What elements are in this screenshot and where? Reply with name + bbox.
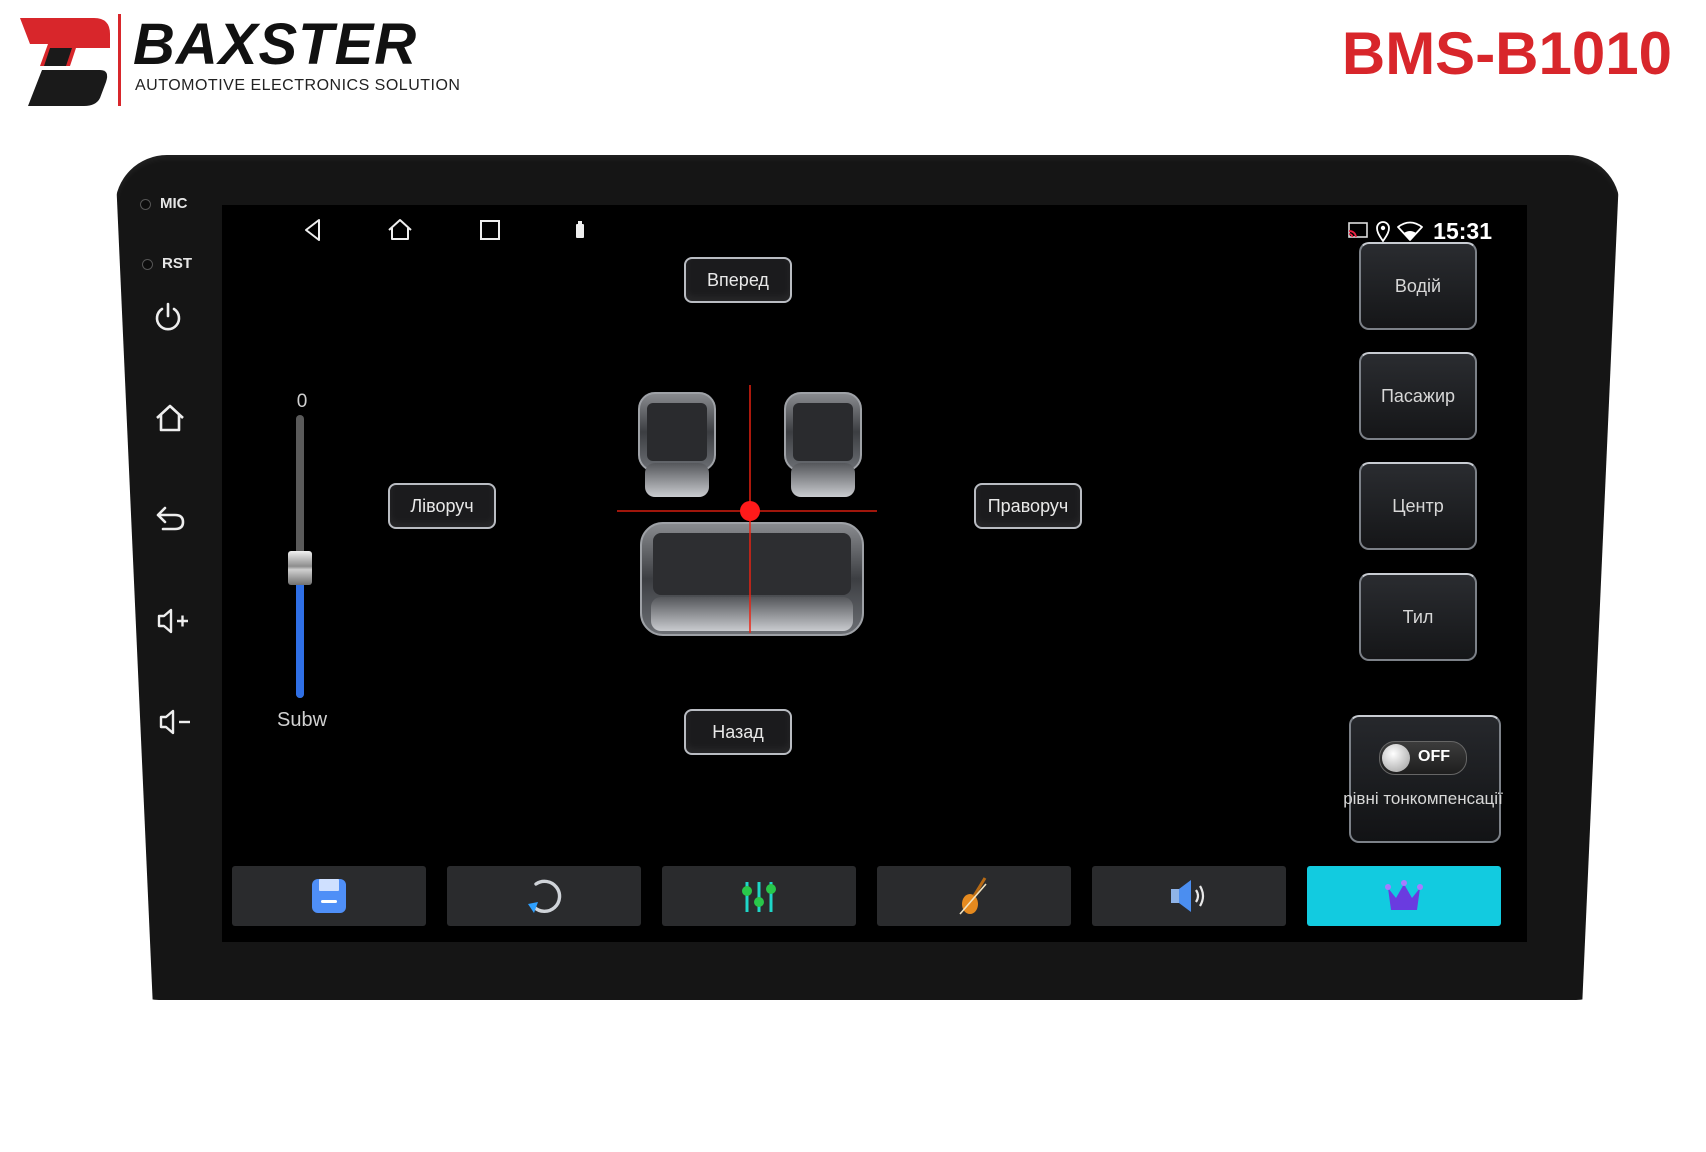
tab-speaker[interactable] bbox=[1092, 866, 1286, 926]
tab-reset[interactable] bbox=[447, 866, 641, 926]
loudness-toggle[interactable]: OFF bbox=[1379, 741, 1467, 775]
rst-label: RST bbox=[162, 255, 192, 272]
front-right-seat bbox=[784, 392, 862, 497]
loudness-panel: OFF bbox=[1349, 715, 1501, 843]
back-triangle-icon[interactable] bbox=[300, 217, 326, 243]
equalizer-icon bbox=[742, 882, 776, 912]
driver-preset-button[interactable]: Водій bbox=[1359, 242, 1477, 330]
passenger-preset-button[interactable]: Пасажир bbox=[1359, 352, 1477, 440]
subwoofer-value: 0 bbox=[296, 391, 308, 412]
toggle-knob bbox=[1382, 744, 1410, 772]
subwoofer-slider-knob[interactable] bbox=[288, 551, 312, 585]
subwoofer-slider-fill bbox=[296, 568, 304, 698]
mic-hole bbox=[140, 199, 151, 210]
power-icon[interactable] bbox=[151, 300, 185, 334]
brand-name: BAXSTER bbox=[133, 12, 418, 77]
seat-balance-map[interactable] bbox=[617, 385, 917, 685]
left-button[interactable]: Ліворуч bbox=[388, 483, 496, 529]
tab-instrument[interactable] bbox=[877, 866, 1071, 926]
rst-hole[interactable] bbox=[142, 259, 153, 270]
volume-down-icon[interactable] bbox=[158, 705, 192, 739]
loudness-label: рівні тонкомпенсації bbox=[1343, 789, 1503, 808]
tab-premium[interactable] bbox=[1307, 866, 1501, 926]
cast-icon bbox=[1347, 221, 1369, 241]
tab-equalizer[interactable] bbox=[662, 866, 856, 926]
tab-save[interactable] bbox=[232, 866, 426, 926]
toggle-state: OFF bbox=[1418, 748, 1450, 765]
home-icon[interactable] bbox=[153, 401, 187, 435]
rear-bench-seat bbox=[640, 522, 864, 636]
wifi-icon bbox=[1397, 221, 1424, 241]
model-title: BMS-B1010 bbox=[1341, 20, 1672, 87]
bottom-tab-bar bbox=[232, 866, 1522, 928]
back-button[interactable]: Назад bbox=[684, 709, 792, 755]
brand-divider bbox=[118, 14, 121, 106]
forward-button[interactable]: Вперед bbox=[684, 257, 792, 303]
crown-icon bbox=[1385, 880, 1423, 910]
mic-label: MIC bbox=[160, 195, 188, 212]
rear-preset-button[interactable]: Тил bbox=[1359, 573, 1477, 661]
usb-icon bbox=[567, 217, 593, 243]
brand-tagline: AUTOMOTIVE ELECTRONICS SOLUTION bbox=[135, 77, 461, 94]
volume-up-icon[interactable] bbox=[156, 604, 190, 638]
front-left-seat bbox=[638, 392, 716, 497]
subwoofer-label: Subw bbox=[276, 709, 328, 731]
speaker-icon bbox=[1171, 880, 1205, 912]
center-preset-button[interactable]: Центр bbox=[1359, 462, 1477, 550]
status-icons: 15:31 bbox=[1347, 217, 1492, 244]
baxster-logo-icon bbox=[20, 14, 110, 106]
save-icon bbox=[312, 879, 346, 913]
nav-home-icon[interactable] bbox=[387, 217, 413, 243]
recents-square-icon[interactable] bbox=[477, 217, 503, 243]
back-icon[interactable] bbox=[153, 501, 187, 535]
screen: 15:31 Вперед Назад Ліворуч Праворуч 0 Su… bbox=[222, 205, 1527, 942]
reset-icon bbox=[528, 879, 562, 914]
right-button[interactable]: Праворуч bbox=[974, 483, 1082, 529]
location-icon bbox=[1375, 220, 1391, 242]
clock: 15:31 bbox=[1433, 217, 1492, 244]
violin-icon bbox=[959, 877, 987, 915]
